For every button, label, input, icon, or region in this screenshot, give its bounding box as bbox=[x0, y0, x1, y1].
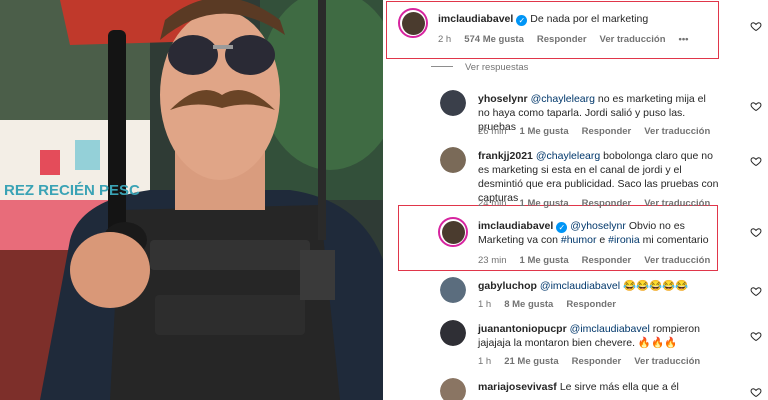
comment-likes[interactable]: 574 Me gusta bbox=[464, 34, 524, 45]
more-options-icon[interactable]: ••• bbox=[679, 34, 689, 45]
comment-meta: 2 h 574 Me gusta Responder Ver traducción ••… bbox=[438, 34, 702, 45]
mention-link[interactable]: @chaylelearg bbox=[531, 93, 595, 105]
reply-button[interactable]: Responder bbox=[582, 255, 632, 266]
video-scene: REZ RECIÉN PESC bbox=[0, 0, 383, 400]
mention-link[interactable]: @chaylelearg bbox=[536, 150, 600, 162]
comment-text: imclaudiabavel ✓ De nada por el marketing bbox=[438, 12, 708, 26]
mention-link[interactable]: @imclaudiabavel bbox=[570, 323, 650, 335]
like-heart-icon[interactable] bbox=[750, 20, 762, 32]
like-heart-icon[interactable] bbox=[750, 100, 762, 112]
verified-badge-icon: ✓ bbox=[556, 222, 568, 233]
comment-username[interactable]: imclaudiabavel bbox=[438, 13, 513, 25]
comment-text: mariajosevivasf Le sirve más ella que a é… bbox=[478, 381, 679, 393]
like-heart-icon[interactable] bbox=[750, 386, 762, 398]
hashtag-link[interactable]: #ironia bbox=[608, 234, 640, 246]
comment-username[interactable]: mariajosevivasf bbox=[478, 381, 557, 393]
like-heart-icon[interactable] bbox=[750, 330, 762, 342]
avatar[interactable] bbox=[398, 8, 428, 38]
view-replies-link[interactable]: Ver respuestas bbox=[386, 62, 528, 73]
avatar[interactable] bbox=[440, 277, 466, 303]
like-heart-icon[interactable] bbox=[750, 226, 762, 238]
comment-text: imclaudiabavel ✓ @yhoselynr Obvio no es Ma… bbox=[478, 220, 709, 246]
comment-text: gabyluchop @imclaudiabavel 😂😂😂😂😂 bbox=[478, 280, 689, 292]
comment-likes[interactable]: 1 Me gusta bbox=[520, 198, 569, 209]
comment-username[interactable]: imclaudiabavel bbox=[478, 220, 553, 232]
avatar[interactable] bbox=[438, 217, 468, 247]
translate-button[interactable]: Ver traducción bbox=[644, 198, 710, 209]
comment-likes[interactable]: 21 Me gusta bbox=[504, 356, 558, 367]
comment-likes[interactable]: 1 Me gusta bbox=[520, 255, 569, 266]
reply-button[interactable]: Responder bbox=[566, 299, 616, 310]
comment-username[interactable]: juanantoniopucpr bbox=[478, 323, 567, 335]
comments-panel: imclaudiabavel ✓ De nada por el marketing … bbox=[386, 0, 768, 400]
comment-username[interactable]: frankjj2021 bbox=[478, 150, 533, 162]
like-heart-icon[interactable] bbox=[750, 155, 762, 167]
translate-button[interactable]: Ver traducción bbox=[644, 126, 710, 137]
hashtag-link[interactable]: #humor bbox=[561, 234, 597, 246]
comment-meta: 23 min 1 Me gusta Responder Ver traducción bbox=[478, 255, 711, 266]
comment-meta: 24 min 1 Me gusta Responder Ver traducción bbox=[478, 198, 711, 209]
comment-username[interactable]: gabyluchop bbox=[478, 280, 537, 292]
avatar[interactable] bbox=[440, 147, 466, 173]
video-frame: REZ RECIÉN PESC bbox=[0, 0, 383, 400]
verified-badge-icon: ✓ bbox=[516, 15, 528, 26]
comment-meta: 1 h8 Me gusta Responder bbox=[478, 299, 616, 310]
comment-body: De nada por el marketing bbox=[530, 13, 649, 25]
comment-likes[interactable]: 8 Me gusta bbox=[504, 299, 553, 310]
translate-button[interactable]: Ver traducción bbox=[644, 255, 710, 266]
comment-meta: 26 min 1 Me gusta Responder Ver traducción bbox=[478, 126, 711, 137]
comment-likes[interactable]: 1 Me gusta bbox=[520, 126, 569, 137]
comment-text: frankjj2021 @chaylelearg bobolonga claro … bbox=[478, 150, 719, 204]
reply-button[interactable]: Responder bbox=[572, 356, 622, 367]
comment-text: juanantoniopucpr @imclaudiabavel rompiero… bbox=[478, 323, 700, 349]
comment-time: 2 h bbox=[438, 34, 452, 45]
avatar[interactable] bbox=[440, 378, 466, 400]
avatar[interactable] bbox=[440, 90, 466, 116]
comment-username[interactable]: yhoselynr bbox=[478, 93, 528, 105]
highlight-box-top bbox=[386, 1, 719, 59]
mention-link[interactable]: @yhoselynr bbox=[570, 220, 626, 232]
reply-button[interactable]: Responder bbox=[537, 34, 587, 45]
translate-button[interactable]: Ver traducción bbox=[600, 34, 666, 45]
mention-link[interactable]: @imclaudiabavel bbox=[540, 280, 620, 292]
translate-button[interactable]: Ver traducción bbox=[634, 356, 700, 367]
reply-button[interactable]: Responder bbox=[582, 126, 632, 137]
avatar[interactable] bbox=[440, 320, 466, 346]
reply-button[interactable]: Responder bbox=[582, 198, 632, 209]
like-heart-icon[interactable] bbox=[750, 285, 762, 297]
comment-meta: 1 h 21 Me gusta Responder Ver traducción bbox=[478, 356, 701, 367]
store-sign: REZ RECIÉN PESC bbox=[4, 182, 140, 199]
